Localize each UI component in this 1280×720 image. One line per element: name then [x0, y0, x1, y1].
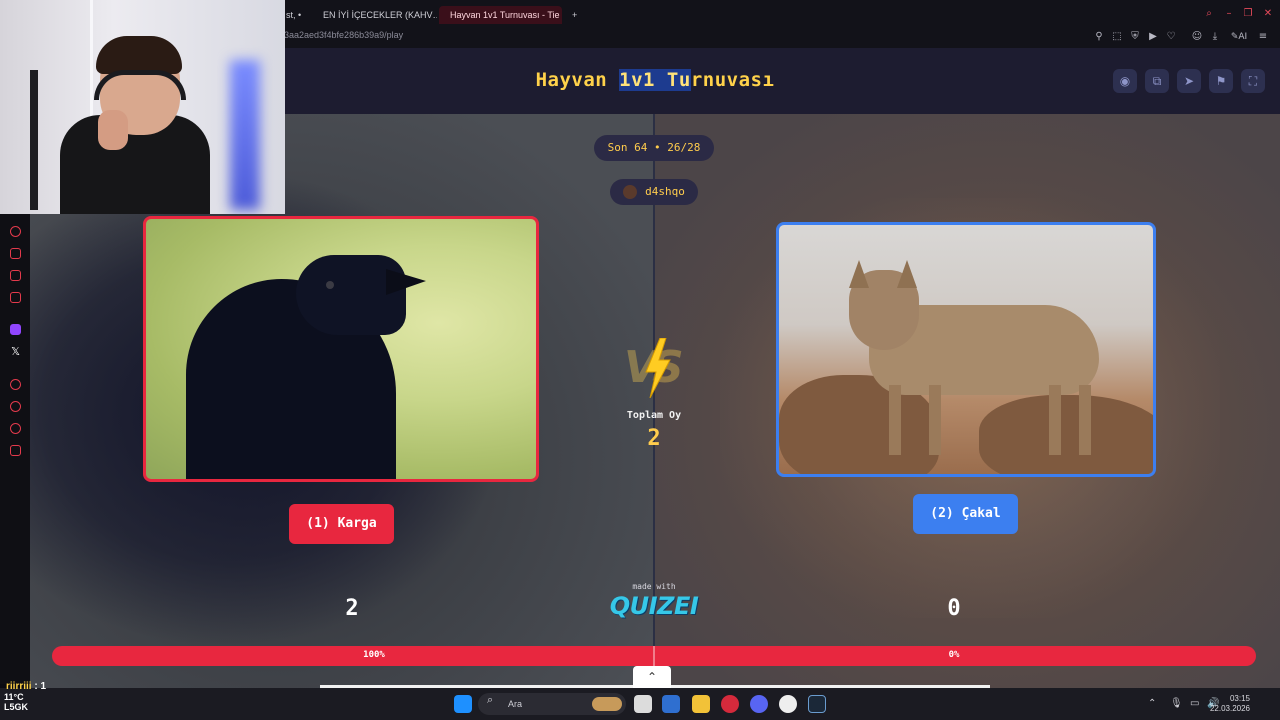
quizei-logo[interactable]: QUIZEI: [604, 592, 704, 620]
round-pill: Son 64 • 26/28: [594, 135, 714, 161]
burger-widget-icon[interactable]: [592, 697, 622, 711]
tab-label: EN İYİ İÇECEKLER (KAHV…: [323, 10, 437, 20]
total-votes-label: Toplam Oy: [626, 410, 682, 421]
plus-icon: +: [572, 10, 578, 20]
share-icon[interactable]: ⧉: [1145, 69, 1169, 93]
network-icon[interactable]: ▭: [1190, 698, 1199, 709]
option-right-button[interactable]: (2) Çakal: [913, 494, 1018, 534]
new-tab-button[interactable]: +: [566, 6, 582, 24]
tab-label: st, •: [286, 10, 302, 20]
settings-icon[interactable]: [10, 445, 21, 456]
player-icon[interactable]: [10, 379, 21, 390]
jackal-leg: [929, 385, 941, 455]
crow-beak: [386, 269, 426, 295]
webcam-overlay: [0, 0, 285, 214]
steam-icon[interactable]: [808, 695, 826, 713]
left-score: 2: [345, 596, 359, 621]
chat-username: riirriii: [6, 681, 32, 692]
jackal-ear: [849, 260, 869, 288]
opera-icon[interactable]: [721, 695, 739, 713]
jackal-ear: [897, 260, 917, 288]
download-icon[interactable]: ⤓: [1209, 31, 1221, 43]
maximize-icon[interactable]: ❐: [1242, 8, 1254, 20]
weather-ticker: L5GK: [4, 702, 29, 712]
option-left-button[interactable]: (1) Karga: [289, 504, 394, 544]
jackal-leg: [1049, 385, 1061, 455]
clock[interactable]: 03:15 22.03.2026: [1210, 694, 1250, 714]
date-text: 22.03.2026: [1209, 704, 1250, 713]
account-icon[interactable]: ☺: [1191, 31, 1203, 43]
chat-value: : 1: [34, 681, 47, 692]
flag-icon[interactable]: ⚑: [1209, 69, 1233, 93]
menu-icon[interactable]: ≡: [1257, 31, 1269, 43]
crow-head: [296, 255, 406, 335]
pin-icon[interactable]: ⚲: [1093, 31, 1105, 43]
rock-shape: [979, 395, 1153, 474]
history-icon[interactable]: [10, 226, 21, 237]
url-text[interactable]: 3aa2aed3f4bfe286b39a9/play: [284, 30, 403, 40]
shield-icon[interactable]: ⛨: [1129, 31, 1141, 43]
avatar: [623, 185, 638, 199]
windows-taskbar: 11°C L5GK ⌕ Ara ⌃ 🎙 ▭ 🔊 03:15 22.03.2026: [0, 688, 1280, 720]
jackal-leg: [1079, 385, 1091, 455]
windows-start-icon[interactable]: [454, 695, 472, 713]
ai-icon[interactable]: ✎AI: [1229, 31, 1249, 43]
streamer-hair: [96, 36, 182, 74]
streamer-hand: [98, 110, 128, 150]
messenger-icon[interactable]: [10, 270, 21, 281]
discord-icon[interactable]: [750, 695, 768, 713]
weather-widget[interactable]: 11°C L5GK: [4, 692, 28, 712]
weather-temp: 11°C: [4, 692, 24, 702]
chat-overlay: riirriii : 1: [6, 681, 46, 692]
user-pill: d4shqo: [610, 179, 698, 205]
search-placeholder: Ara: [508, 699, 523, 709]
chevron-up-icon[interactable]: ⌃: [1148, 698, 1156, 709]
bag-icon[interactable]: [10, 248, 21, 259]
chrome-icon[interactable]: [779, 695, 797, 713]
time-text: 03:15: [1229, 694, 1250, 703]
heart-icon[interactable]: ♡: [1165, 31, 1177, 43]
play-icon[interactable]: ▶: [1147, 31, 1159, 43]
tab-label: Hayvan 1v1 Turnuvası - Tie: [450, 10, 560, 20]
progress-midline: [653, 646, 655, 666]
left-percent: 100%: [363, 650, 385, 660]
option-card-left[interactable]: [143, 216, 539, 482]
bulb-icon[interactable]: [10, 423, 21, 434]
headphones: [94, 70, 186, 100]
lightning-icon: [645, 338, 671, 398]
blue-light: [230, 60, 260, 210]
mail-icon[interactable]: [10, 292, 21, 303]
browser-sidebar: 𝕏: [0, 214, 30, 684]
fullscreen-icon[interactable]: ⛶: [1241, 69, 1265, 93]
store-icon[interactable]: [662, 695, 680, 713]
tab-3[interactable]: Hayvan 1v1 Turnuvası - Tie: [439, 6, 562, 24]
jackal-leg: [889, 385, 901, 455]
chevron-up-icon[interactable]: ⌃: [633, 666, 671, 688]
right-percent: 0%: [948, 650, 960, 660]
mic-icon[interactable]: 🎙: [1170, 698, 1183, 709]
crow-eye: [326, 281, 334, 289]
eye-icon[interactable]: ◉: [1113, 69, 1137, 93]
light-stand: [30, 70, 38, 210]
send-icon[interactable]: ➤: [1177, 69, 1201, 93]
screenshot-icon[interactable]: ⬚: [1111, 31, 1123, 43]
close-icon[interactable]: ✕: [1262, 8, 1274, 20]
clock-icon[interactable]: [10, 401, 21, 412]
search-icon[interactable]: ⌕: [1203, 8, 1215, 20]
option-card-right[interactable]: [776, 222, 1156, 477]
x-icon[interactable]: 𝕏: [10, 346, 21, 357]
total-votes-value: 2: [647, 426, 661, 451]
search-icon: ⌕: [487, 693, 494, 706]
task-view-icon[interactable]: [634, 695, 652, 713]
minimize-icon[interactable]: –: [1223, 8, 1235, 20]
made-with-label: made with: [632, 582, 676, 591]
tab-2[interactable]: EN İYİ İÇECEKLER (KAHV…: [312, 6, 437, 24]
vs-badge: VS: [622, 338, 688, 398]
twitch-icon[interactable]: [10, 324, 21, 335]
username: d4shqo: [645, 185, 685, 198]
explorer-icon[interactable]: [692, 695, 710, 713]
right-score: 0: [947, 596, 961, 621]
vote-progress-bar: 100% 0%: [52, 646, 1256, 666]
